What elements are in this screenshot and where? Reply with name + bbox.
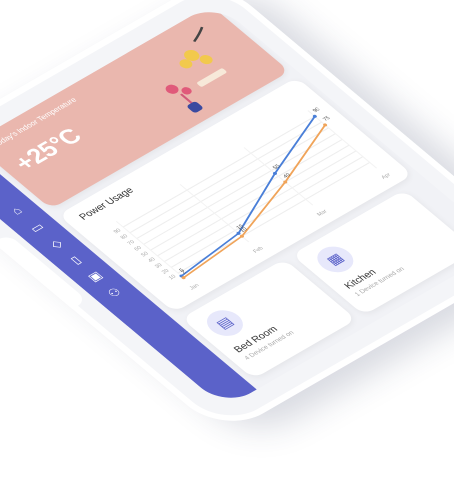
y-tick-label: 90 [113, 228, 123, 235]
kitchen-icon: ▦ [309, 241, 361, 278]
y-tick-label: 60 [133, 245, 143, 252]
y-tick-label: 50 [140, 251, 150, 258]
phone-mockup: ⬡ ⌂ ▭ ◇ ▯ ▣ ⚇ Today's Indoor Temperature… [0, 0, 454, 437]
gridline [115, 220, 186, 280]
x-tick-label: Mar [316, 209, 329, 218]
bed-icon: ▤ [199, 305, 251, 342]
data-label: 2 [181, 270, 188, 275]
y-tick-label: 40 [147, 257, 157, 264]
y-tick-label: 30 [154, 263, 164, 270]
x-tick-label: Feb [252, 246, 265, 255]
users-icon[interactable]: ⚇ [93, 279, 136, 307]
y-tick-label: 10 [168, 274, 178, 281]
data-label: 90 [312, 107, 322, 114]
y-tick-label: 70 [127, 240, 137, 247]
x-tick-label: Apr [380, 172, 392, 180]
y-tick-label: 20 [161, 268, 171, 275]
data-label: 75 [322, 115, 332, 122]
y-tick-label: 80 [120, 234, 130, 241]
x-tick-label: Jan [189, 283, 201, 291]
cube-icon[interactable]: ⬡ [0, 174, 11, 202]
